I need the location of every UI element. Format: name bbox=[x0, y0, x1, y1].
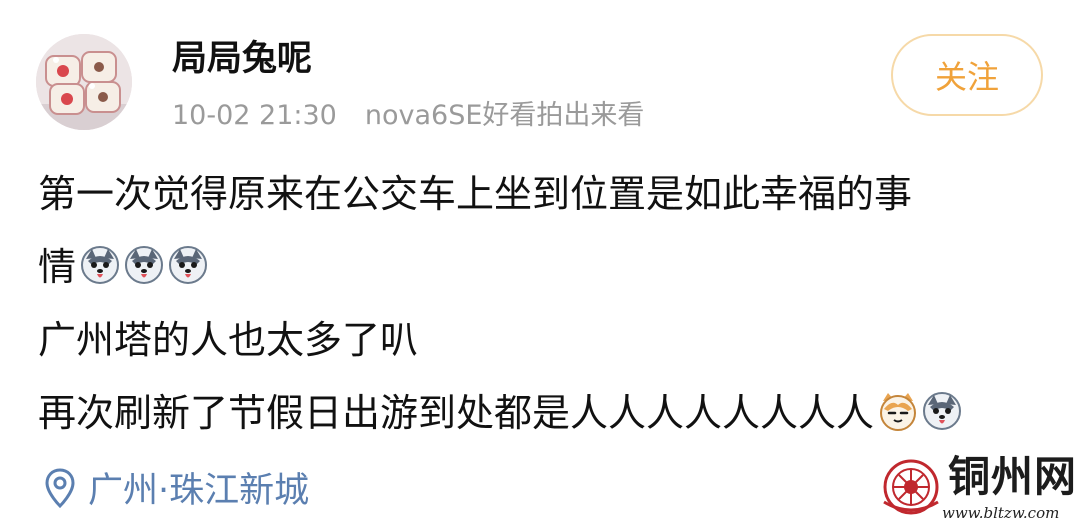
watermark-url: www.bltzw.com bbox=[942, 504, 1060, 522]
post-text-line-4-text: 再次刷新了节假日出游到处都是人人人人人人人人 bbox=[38, 391, 875, 435]
post-text-line-1: 第一次觉得原来在公交车上坐到位置是如此幸福的事 bbox=[38, 172, 913, 216]
husky-emoji-icon bbox=[80, 236, 120, 284]
cat-emoji-icon bbox=[878, 382, 918, 431]
husky-emoji-icon bbox=[124, 236, 164, 284]
post-text-line-2: 情 bbox=[38, 231, 1038, 304]
watermark-logo-icon bbox=[883, 459, 939, 515]
post-meta: 10-02 21:30 nova6SE好看拍出来看 bbox=[172, 98, 644, 133]
husky-emoji-icon bbox=[168, 236, 208, 284]
follow-button[interactable]: 关注 bbox=[891, 34, 1043, 116]
avatar-image bbox=[36, 34, 132, 130]
location-text: 广州·珠江新城 bbox=[88, 471, 310, 511]
location-pin-icon bbox=[44, 467, 76, 508]
post-text-line-3: 广州塔的人也太多了叭 bbox=[38, 318, 419, 362]
username[interactable]: 局局兔呢 bbox=[172, 38, 312, 80]
post-text-line-4: 再次刷新了节假日出游到处都是人人人人人人人人 bbox=[38, 377, 1038, 450]
watermark-title: 铜州网 bbox=[948, 452, 1078, 501]
husky-emoji-icon bbox=[922, 382, 962, 430]
post-source: nova6SE好看拍出来看 bbox=[364, 100, 645, 131]
post-timestamp: 10-02 21:30 bbox=[172, 100, 337, 131]
post-content: 第一次觉得原来在公交车上坐到位置是如此幸福的事 情 广州塔的人也太多了叭 再次刷… bbox=[38, 158, 1038, 450]
avatar[interactable] bbox=[36, 34, 132, 130]
post-location[interactable]: 广州·珠江新城 bbox=[44, 462, 309, 513]
post-text-line-2-text: 情 bbox=[38, 245, 77, 289]
watermark: 铜州网 www.bltzw.com bbox=[868, 452, 1078, 524]
